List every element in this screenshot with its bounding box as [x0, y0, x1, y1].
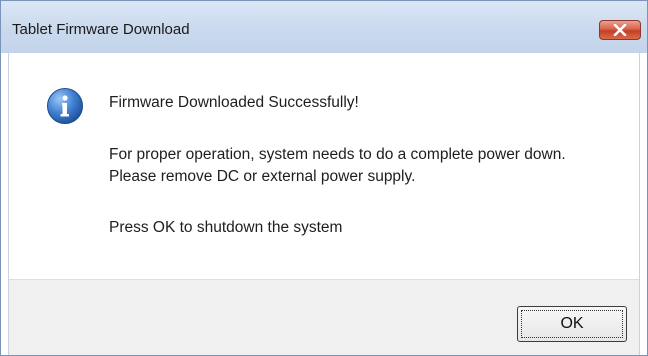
message-headline: Firmware Downloaded Successfully!	[109, 94, 359, 111]
close-button[interactable]	[599, 20, 641, 40]
button-bar: OK	[9, 279, 639, 355]
ok-button[interactable]: OK	[517, 306, 627, 342]
ok-button-label: OK	[560, 315, 584, 332]
ok-button-focus-rect: OK	[521, 310, 623, 338]
close-icon	[613, 24, 627, 36]
window-title: Tablet Firmware Download	[12, 21, 190, 38]
message-instruction: Press OK to shutdown the system	[109, 219, 343, 236]
title-bar[interactable]: Tablet Firmware Download	[1, 1, 647, 53]
message-body: For proper operation, system needs to do…	[109, 146, 566, 185]
dialog-client-area: Firmware Downloaded Successfully! For pr…	[8, 53, 640, 355]
info-icon	[47, 88, 83, 124]
message-dialog: Tablet Firmware Download Firmware Downlo…	[0, 0, 648, 356]
message-area: Firmware Downloaded Successfully! For pr…	[9, 53, 639, 279]
